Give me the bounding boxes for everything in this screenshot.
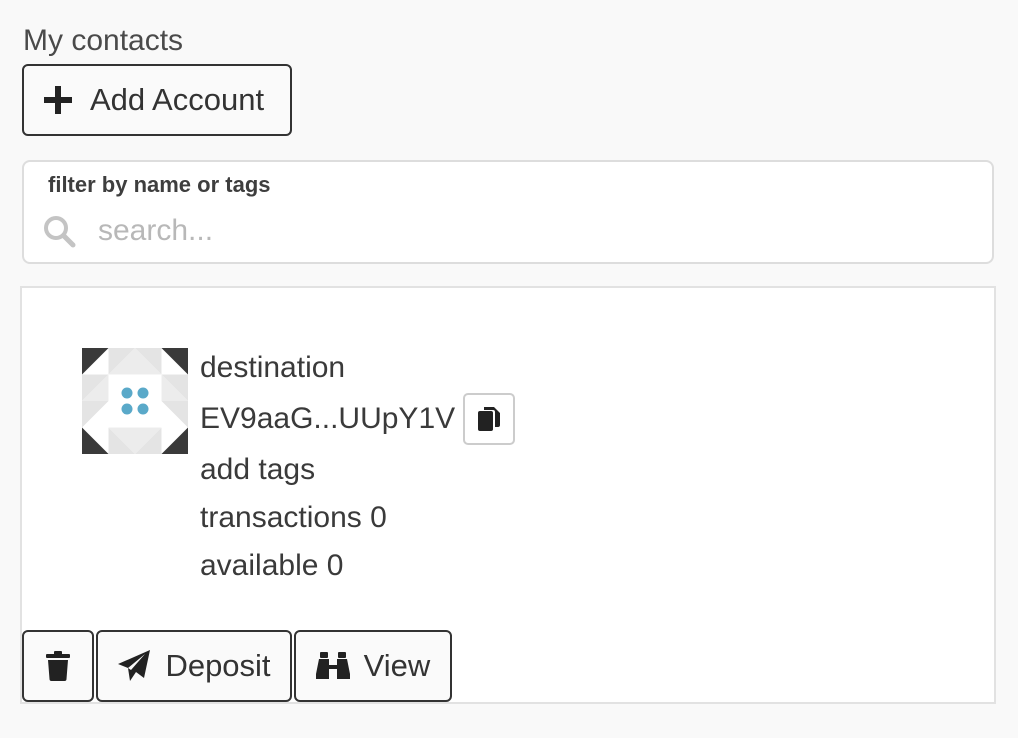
view-label: View bbox=[363, 648, 431, 683]
page-title: My contacts bbox=[23, 24, 184, 57]
contact-info: destination EV9aaG...UUpY1V add tags tra… bbox=[200, 344, 516, 590]
add-tags-link[interactable]: add tags bbox=[200, 446, 515, 494]
contacts-page: My contacts Add Account filter by name o… bbox=[0, 0, 1018, 738]
add-account-label: Add Account bbox=[90, 82, 265, 117]
delete-button[interactable] bbox=[22, 630, 94, 702]
transactions-count: transactions 0 bbox=[200, 501, 387, 534]
deposit-label: Deposit bbox=[165, 648, 271, 683]
trash-icon bbox=[46, 651, 70, 681]
contact-address: EV9aaG...UUpY1V bbox=[200, 402, 456, 435]
plus-icon bbox=[44, 86, 72, 114]
view-button[interactable]: View bbox=[294, 630, 452, 702]
binoculars-icon bbox=[315, 652, 350, 679]
filter-panel: filter by name or tags bbox=[22, 160, 994, 264]
copy-icon bbox=[478, 407, 501, 431]
search-input[interactable] bbox=[96, 208, 960, 254]
contact-actions: Deposit View bbox=[22, 630, 454, 702]
available-balance: available 0 bbox=[200, 549, 344, 582]
filter-label: filter by name or tags bbox=[48, 172, 271, 197]
contact-name: destination bbox=[200, 351, 346, 384]
search-icon bbox=[44, 216, 76, 248]
identicon-avatar bbox=[82, 348, 188, 454]
paper-plane-icon bbox=[118, 650, 151, 681]
contact-card: destination EV9aaG...UUpY1V add tags tra… bbox=[20, 286, 996, 704]
add-account-button[interactable]: Add Account bbox=[22, 64, 292, 136]
contact-address-row: EV9aaG...UUpY1V bbox=[200, 392, 516, 446]
copy-address-button[interactable] bbox=[463, 393, 516, 445]
deposit-button[interactable]: Deposit bbox=[96, 630, 292, 702]
